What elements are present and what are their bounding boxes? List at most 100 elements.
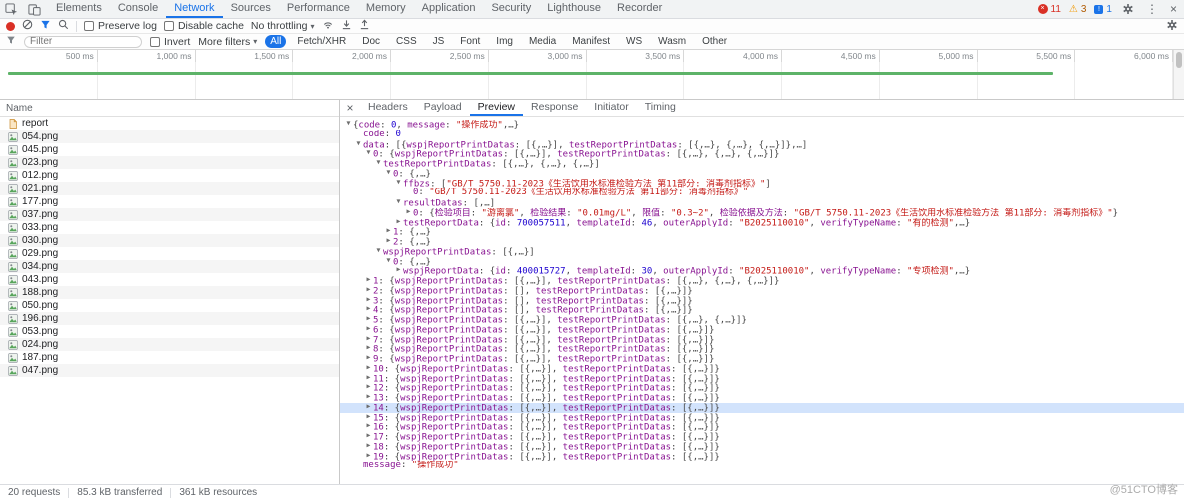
json-tree-line[interactable]: ▼ ffbzs: ["GB/T 5750.11-2023《生活饮用水标准检验方法 … xyxy=(340,179,1184,189)
expand-arrow-icon[interactable]: ▶ xyxy=(364,393,373,402)
filter-pill-css[interactable]: CSS xyxy=(391,35,422,48)
json-tree-line[interactable]: ▶ 15: {wspjReportPrintDatas: [{,…}], test… xyxy=(340,413,1184,423)
json-tree-line[interactable]: ▼ testReportPrintDatas: [{,…}, {,…}, {,…}… xyxy=(340,159,1184,169)
tab-performance[interactable]: Performance xyxy=(279,0,358,18)
request-row[interactable]: 196.png xyxy=(0,312,339,325)
close-devtools-icon[interactable]: × xyxy=(1165,2,1182,16)
json-tree-line[interactable]: ▶ 16: {wspjReportPrintDatas: [{,…}], test… xyxy=(340,422,1184,432)
device-toolbar-icon[interactable] xyxy=(23,0,46,18)
tab-application[interactable]: Application xyxy=(414,0,484,18)
detail-tab-response[interactable]: Response xyxy=(523,100,586,116)
issues-count-badge[interactable]: ! 1 xyxy=(1091,4,1115,15)
disable-cache-checkbox[interactable]: Disable cache xyxy=(163,20,244,32)
request-row[interactable]: 012.png xyxy=(0,169,339,182)
export-har-icon[interactable] xyxy=(359,19,370,33)
json-tree-line[interactable]: ▶ 0: {检验项目: "游离氯", 检验结果: "0.01mg/L", 限值: … xyxy=(340,208,1184,218)
collapse-arrow-icon[interactable]: ▼ xyxy=(344,120,353,129)
json-tree-line[interactable]: ▼ wspjReportPrintDatas: [{,…}] xyxy=(340,247,1184,257)
request-row[interactable]: 045.png xyxy=(0,143,339,156)
network-overview[interactable]: 500 ms 1,000 ms 1,500 ms 2,000 ms 2,500 ms 3,… xyxy=(0,50,1184,100)
expand-arrow-icon[interactable]: ▶ xyxy=(384,237,393,246)
json-tree-line[interactable]: ▼ data: [{wspjReportPrintDatas: [{,…}], t… xyxy=(340,140,1184,150)
request-row[interactable]: 021.png xyxy=(0,182,339,195)
preserve-log-checkbox[interactable]: Preserve log xyxy=(84,20,157,32)
request-row[interactable]: 043.png xyxy=(0,273,339,286)
json-tree-line[interactable]: ▶ 19: {wspjReportPrintDatas: [{,…}], test… xyxy=(340,452,1184,462)
json-tree-line[interactable]: ▼ 0: {,…} xyxy=(340,257,1184,267)
settings-gear-icon[interactable] xyxy=(1117,3,1139,15)
request-row[interactable]: 023.png xyxy=(0,156,339,169)
json-tree-line[interactable]: ▶ 5: {wspjReportPrintDatas: [{,…}], testR… xyxy=(340,315,1184,325)
expand-arrow-icon[interactable]: ▶ xyxy=(364,354,373,363)
json-tree-line[interactable]: message: "操作成功" xyxy=(340,461,1184,471)
filter-funnel-icon[interactable] xyxy=(40,19,51,33)
json-tree-line[interactable]: ▶ 13: {wspjReportPrintDatas: [{,…}], test… xyxy=(340,393,1184,403)
expand-arrow-icon[interactable]: ▶ xyxy=(364,422,373,431)
filter-pill-ws[interactable]: WS xyxy=(621,35,647,48)
scrollbar-thumb[interactable] xyxy=(1176,52,1182,68)
expand-arrow-icon[interactable]: ▶ xyxy=(364,364,373,373)
record-network-log-icon[interactable] xyxy=(6,21,15,31)
request-row[interactable]: 037.png xyxy=(0,208,339,221)
json-tree-line[interactable]: ▶ 10: {wspjReportPrintDatas: [{,…}], test… xyxy=(340,364,1184,374)
request-row[interactable]: 188.png xyxy=(0,286,339,299)
tab-console[interactable]: Console xyxy=(110,0,166,18)
import-har-icon[interactable] xyxy=(341,19,352,33)
filter-pill-wasm[interactable]: Wasm xyxy=(653,35,691,48)
json-tree-line[interactable]: ▶ 7: {wspjReportPrintDatas: [{,…}], testR… xyxy=(340,335,1184,345)
json-tree-line[interactable]: ▶ 11: {wspjReportPrintDatas: [{,…}], test… xyxy=(340,374,1184,384)
tab-memory[interactable]: Memory xyxy=(358,0,414,18)
request-row[interactable]: 034.png xyxy=(0,260,339,273)
expand-arrow-icon[interactable]: ▶ xyxy=(384,227,393,236)
json-tree-line[interactable]: ▶ 14: {wspjReportPrintDatas: [{,…}], test… xyxy=(340,402,1184,413)
filter-pill-font[interactable]: Font xyxy=(455,35,485,48)
detail-tab-timing[interactable]: Timing xyxy=(637,100,684,116)
expand-arrow-icon[interactable]: ▶ xyxy=(364,286,373,295)
error-count-badge[interactable]: × 11 xyxy=(1035,4,1064,15)
detail-tab-initiator[interactable]: Initiator xyxy=(586,100,636,116)
json-tree-line[interactable]: 0: "GB/T 5750.11-2023《生活饮用水标准检验方法 第11部分:… xyxy=(340,188,1184,198)
expand-arrow-icon[interactable]: ▶ xyxy=(364,325,373,334)
collapse-arrow-icon[interactable]: ▼ xyxy=(354,140,363,149)
json-tree-line[interactable]: ▶ 9: {wspjReportPrintDatas: [{,…}], testR… xyxy=(340,354,1184,364)
collapse-arrow-icon[interactable]: ▼ xyxy=(374,247,383,256)
tab-lighthouse[interactable]: Lighthouse xyxy=(539,0,609,18)
json-tree-line[interactable]: ▼ {code: 0, message: "操作成功",…} xyxy=(340,120,1184,130)
expand-arrow-icon[interactable]: ▶ xyxy=(364,276,373,285)
filter-pill-fetch-xhr[interactable]: Fetch/XHR xyxy=(292,35,351,48)
throttling-dropdown[interactable]: No throttling ▾ xyxy=(251,20,315,32)
request-row[interactable]: 029.png xyxy=(0,247,339,260)
json-tree-line[interactable]: ▼ 0: {wspjReportPrintDatas: [{,…}], testR… xyxy=(340,149,1184,159)
inspect-element-icon[interactable] xyxy=(0,0,23,18)
json-tree-line[interactable]: ▶ 1: {,…} xyxy=(340,227,1184,237)
more-filters-dropdown[interactable]: More filters ▾ xyxy=(198,36,257,48)
json-tree-line[interactable]: ▶ 2: {,…} xyxy=(340,237,1184,247)
overview-scrollbar[interactable] xyxy=(1173,50,1184,99)
filter-input[interactable] xyxy=(24,35,142,48)
request-row[interactable]: 054.png xyxy=(0,130,339,143)
expand-arrow-icon[interactable]: ▶ xyxy=(364,452,373,461)
search-icon[interactable] xyxy=(58,19,69,33)
expand-arrow-icon[interactable]: ▶ xyxy=(364,403,373,412)
collapse-arrow-icon[interactable]: ▼ xyxy=(384,257,393,266)
json-tree-line[interactable]: ▶ 2: {wspjReportPrintDatas: [], testRepor… xyxy=(340,286,1184,296)
expand-arrow-icon[interactable]: ▶ xyxy=(364,335,373,344)
filter-pill-manifest[interactable]: Manifest xyxy=(567,35,615,48)
expand-arrow-icon[interactable]: ▶ xyxy=(404,208,413,217)
filter-pill-media[interactable]: Media xyxy=(524,35,561,48)
request-row[interactable]: 053.png xyxy=(0,325,339,338)
tab-recorder[interactable]: Recorder xyxy=(609,0,670,18)
json-tree-line[interactable]: ▶ 4: {wspjReportPrintDatas: [], testRepor… xyxy=(340,305,1184,315)
detail-tab-preview[interactable]: Preview xyxy=(469,100,524,116)
kebab-menu-icon[interactable]: ⋮ xyxy=(1141,2,1163,16)
json-tree-line[interactable]: code: 0 xyxy=(340,130,1184,140)
expand-arrow-icon[interactable]: ▶ xyxy=(364,374,373,383)
collapse-arrow-icon[interactable]: ▼ xyxy=(394,198,403,207)
json-tree-line[interactable]: ▶ 3: {wspjReportPrintDatas: [], testRepor… xyxy=(340,296,1184,306)
json-tree-line[interactable]: ▶ 1: {wspjReportPrintDatas: [{,…}], testR… xyxy=(340,276,1184,286)
json-tree-line[interactable]: ▼ 0: {,…} xyxy=(340,169,1184,179)
expand-arrow-icon[interactable]: ▶ xyxy=(364,432,373,441)
request-row[interactable]: report xyxy=(0,117,339,130)
expand-arrow-icon[interactable]: ▶ xyxy=(364,296,373,305)
tab-elements[interactable]: Elements xyxy=(48,0,110,18)
